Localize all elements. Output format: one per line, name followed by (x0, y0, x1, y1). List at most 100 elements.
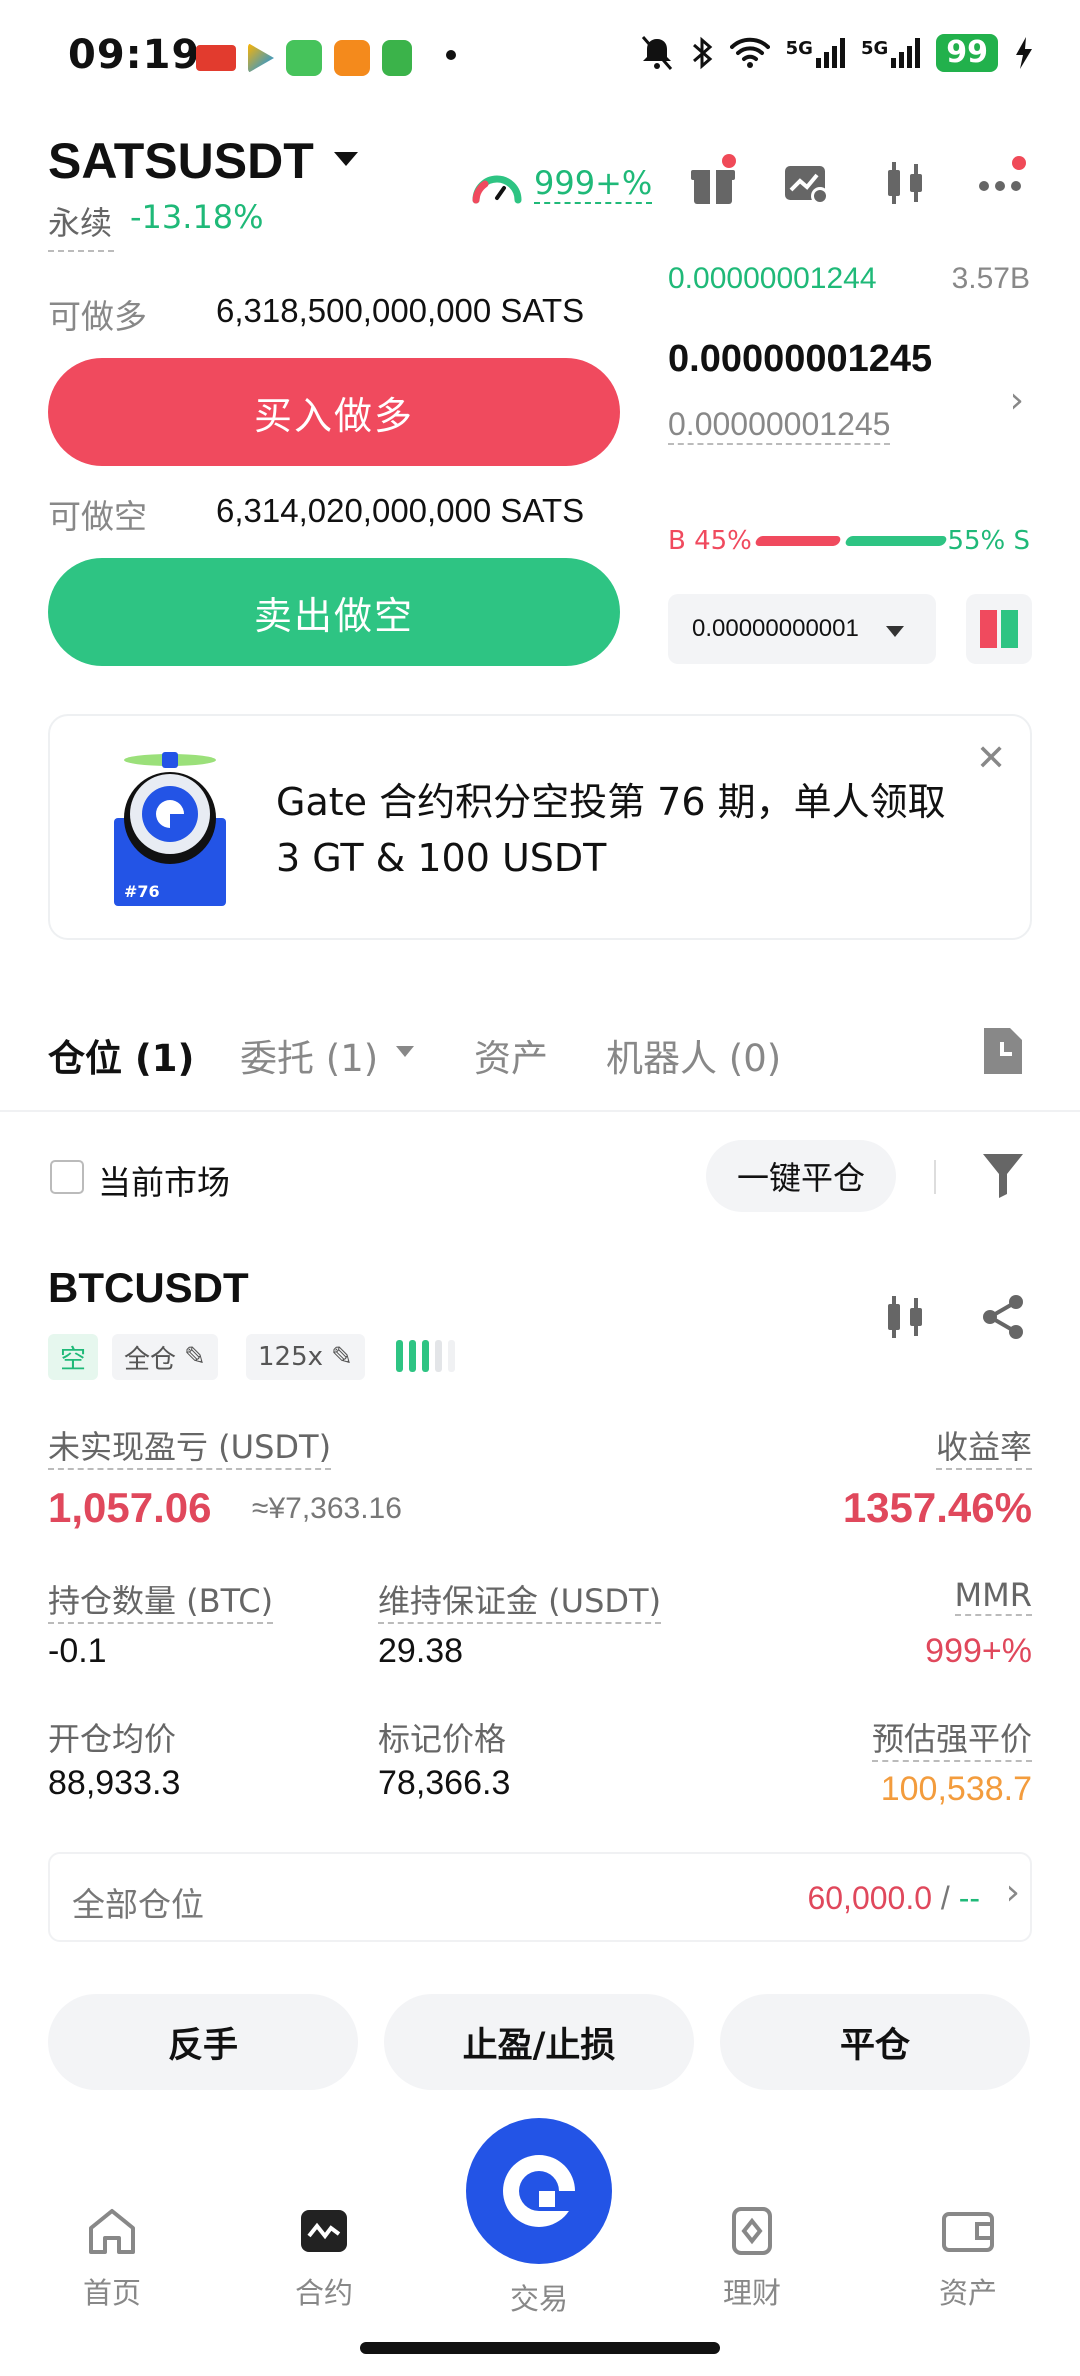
margin-mode-tag[interactable]: 全仓 ✎ (112, 1334, 218, 1380)
all-positions-tpsl: -- (958, 1880, 980, 1916)
contract-type-underline (48, 250, 114, 252)
close-all-button[interactable]: 一键平仓 (706, 1140, 896, 1212)
all-positions-value: 60,000.0 / -- (807, 1880, 980, 1917)
pair-title[interactable]: SATSUSDT (48, 132, 314, 190)
orderbook-mark-price: 0.00000001245 (668, 406, 891, 445)
roe-label[interactable]: 收益率 (935, 1422, 1032, 1470)
earn-icon (732, 2207, 772, 2255)
close-position-button[interactable]: 平仓 (720, 1994, 1030, 2090)
reverse-button[interactable]: 反手 (48, 1994, 358, 2090)
status-system-icons: 5G 5G 99 (640, 34, 1034, 72)
status-notification-icons (196, 40, 412, 76)
history-icon[interactable] (976, 1024, 1028, 1078)
mute-bell-icon (641, 36, 672, 70)
nav-earn-label: 理财 (722, 2276, 781, 2310)
maint-margin-label[interactable]: 维持保证金 (USDT) (378, 1576, 662, 1624)
tab-assets[interactable]: 资产 (474, 1028, 548, 1082)
adl-indicator (396, 1340, 455, 1372)
buy-ratio-bar (754, 536, 842, 546)
side-tag: 空 (48, 1334, 99, 1380)
candlestick-icon[interactable] (880, 158, 930, 208)
nav-assets-label: 资产 (938, 2276, 997, 2310)
orderbook-bid-price[interactable]: 0.00000001244 (668, 262, 877, 296)
chevron-down-icon (886, 626, 904, 637)
mark-price-value: 78,366.3 (378, 1764, 511, 1802)
leverage-label: 125x (258, 1342, 324, 1372)
tab-positions[interactable]: 仓位 (1) (48, 1028, 194, 1082)
gift-notification-dot (722, 154, 736, 168)
charging-icon (1016, 37, 1032, 69)
buy-ratio-label: B 45% (668, 526, 752, 556)
orderbook-layout-button[interactable] (966, 594, 1032, 664)
nav-earn[interactable]: 理财 (682, 2206, 822, 2312)
chevron-right-icon[interactable]: › (1010, 380, 1024, 421)
mmr-label[interactable]: MMR (954, 1576, 1032, 1616)
bluetooth-icon (692, 36, 712, 70)
position-chart-icon[interactable] (880, 1292, 930, 1342)
current-market-label[interactable]: 当前市场 (98, 1156, 230, 1204)
nav-assets[interactable]: 资产 (898, 2206, 1038, 2312)
sell-ratio-bar (844, 536, 948, 546)
trade-fab-button[interactable] (466, 2118, 612, 2264)
signal-2-icon: 5G (861, 38, 921, 68)
risk-gauge-icon[interactable] (470, 162, 524, 206)
nav-futures-label: 合约 (294, 2276, 353, 2310)
sell-short-button[interactable]: 卖出做空 (48, 558, 620, 666)
tab-orders[interactable]: 委托 (1) (240, 1028, 378, 1082)
close-icon[interactable]: ✕ (976, 738, 1006, 779)
buy-long-button[interactable]: 买入做多 (48, 358, 620, 466)
contract-type-label: 永续 (48, 204, 113, 242)
tp-sl-button[interactable]: 止盈/止损 (384, 1994, 694, 2090)
size-label[interactable]: 持仓数量 (BTC) (48, 1576, 274, 1624)
filter-icon[interactable] (980, 1150, 1026, 1200)
risk-ratio[interactable]: 999+% (534, 164, 653, 204)
liq-price-label[interactable]: 预估强平价 (871, 1714, 1032, 1762)
tab-bots[interactable]: 机器人 (0) (606, 1028, 781, 1082)
share-icon[interactable] (978, 1292, 1028, 1342)
video-app-icon (382, 40, 412, 76)
liq-price-value: 100,538.7 (880, 1770, 1032, 1808)
unrealized-pnl-label[interactable]: 未实现盈亏 (USDT) (48, 1422, 332, 1470)
wallet-icon (942, 2212, 994, 2252)
battery-indicator: 99 (936, 34, 998, 72)
entry-price-value: 88,933.3 (48, 1764, 181, 1802)
orderbook-bid-qty: 3.57B (951, 262, 1030, 295)
sell-ratio-label: 55% S (947, 526, 1030, 556)
short-available-label: 可做空 (48, 497, 147, 536)
pair-dropdown-icon[interactable] (334, 152, 358, 166)
futures-icon (301, 2210, 347, 2252)
mmr-value: 999+% (925, 1632, 1032, 1670)
orders-dropdown-icon[interactable] (396, 1046, 414, 1057)
entry-price-label: 开仓均价 (48, 1720, 177, 1758)
nav-futures[interactable]: 合约 (254, 2206, 394, 2312)
last-price[interactable]: 0.00000001245 (668, 338, 932, 381)
kids-app-icon (334, 40, 370, 76)
banner-text[interactable]: Gate 合约积分空投第 76 期，单人领取 3 GT & 100 USDT (276, 774, 966, 886)
margin-mode-label: 全仓 (124, 1344, 177, 1375)
nav-home[interactable]: 首页 (42, 2206, 182, 2312)
nav-home-label: 首页 (82, 2276, 141, 2310)
nav-trade-label[interactable]: 交易 (466, 2276, 612, 2318)
status-time: 09:19 (68, 32, 201, 78)
short-available-value: 6,314,020,000,000 SATS (216, 492, 585, 529)
filter-separator (934, 1160, 936, 1194)
leverage-tag[interactable]: 125x ✎ (246, 1334, 365, 1380)
toutiao-app-icon (196, 45, 236, 71)
home-indicator[interactable] (360, 2342, 720, 2354)
more-notification-dot (1012, 156, 1026, 170)
current-market-checkbox[interactable] (50, 1160, 84, 1194)
unrealized-pnl: 1,057.06 (48, 1484, 212, 1531)
unrealized-pnl-cny: ≈¥7,363.16 (252, 1492, 402, 1525)
tabs-divider (0, 1110, 1080, 1112)
position-symbol[interactable]: BTCUSDT (48, 1264, 249, 1312)
split-layout-icon (980, 610, 1018, 648)
mark-price-label: 标记价格 (378, 1720, 507, 1758)
maint-margin-value: 29.38 (378, 1632, 464, 1670)
banner-badge: #76 (124, 882, 160, 901)
all-positions-label: 全部仓位 (72, 1885, 204, 1924)
change-24h: -13.18% (130, 198, 264, 236)
roe-value: 1357.46% (842, 1484, 1032, 1531)
airdrop-mascot-icon (114, 752, 226, 906)
chart-settings-icon[interactable] (782, 158, 832, 208)
signal-1-icon: 5G (786, 38, 845, 68)
